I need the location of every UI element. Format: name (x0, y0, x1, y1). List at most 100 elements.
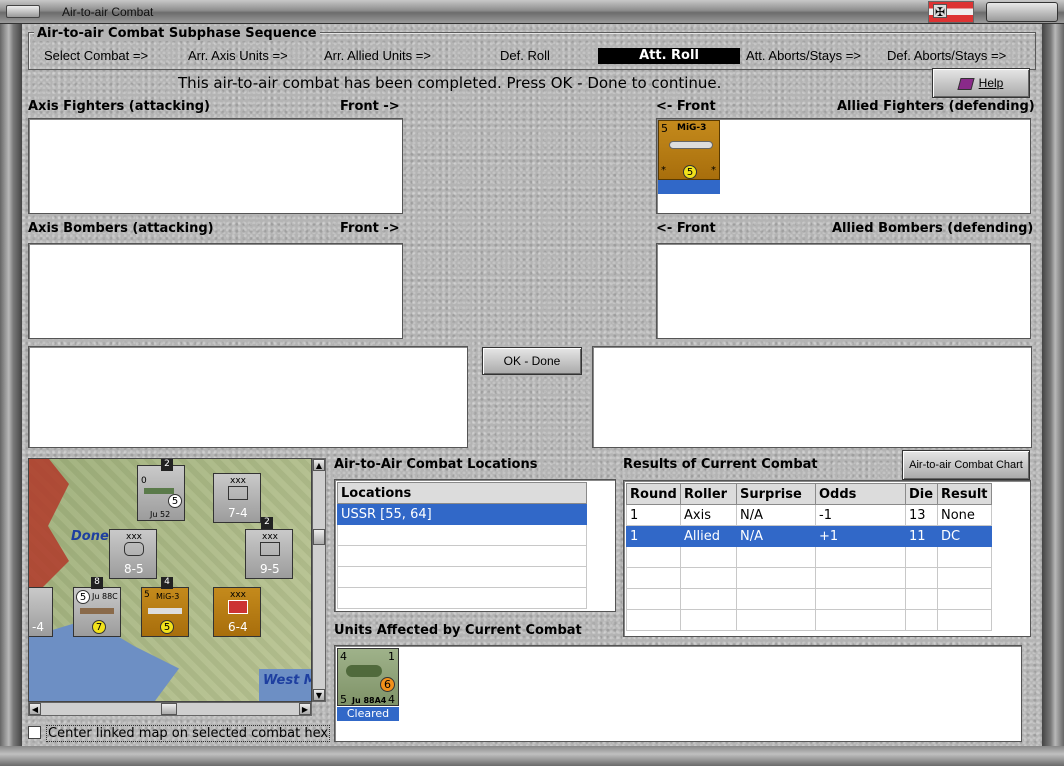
cell (905, 588, 938, 610)
cell (937, 609, 992, 631)
axis-result-panel (28, 346, 468, 448)
infantry-symbol-icon (228, 486, 248, 500)
ju88a4-circle: 6 (380, 677, 395, 692)
linked-map[interactable]: Done West M 0 5 Ju 52 2 xxx 7-4 xxx 8-5 … (28, 458, 312, 702)
allied-result-panel (592, 346, 1032, 448)
map-mig3-top: 5 (144, 590, 150, 600)
location-row[interactable] (337, 587, 587, 609)
window-frame-right (1042, 24, 1064, 766)
location-cell (337, 524, 587, 546)
cell: 1 (626, 525, 681, 547)
results-row[interactable]: 1 Axis N/A -1 13 None (626, 504, 992, 526)
results-col-odds: Odds (815, 483, 906, 505)
scroll-down-arrow-icon[interactable]: ▼ (313, 689, 325, 701)
units-affected-panel: 4 1 6 5 Ju 88A4 4 Cleared (334, 645, 1022, 742)
ju88a4-name: Ju 88A4 (352, 696, 387, 705)
cell (815, 609, 906, 631)
scroll-v-thumb[interactable] (313, 529, 325, 545)
results-row[interactable] (626, 567, 992, 589)
cell: Axis (680, 504, 737, 526)
scroll-left-arrow-icon[interactable]: ◀ (29, 703, 41, 715)
locations-heading: Air-to-Air Combat Locations (334, 457, 538, 472)
mig3-star: * (661, 165, 666, 176)
mig3-defense: 5 (683, 165, 697, 179)
axis-bombers-panel[interactable] (28, 243, 403, 339)
ju52-stack-badge: 2 (161, 459, 173, 471)
locations-column-header: Locations (337, 482, 587, 504)
ju88a4-counter[interactable]: 4 1 6 5 Ju 88A4 4 (337, 648, 399, 706)
location-row[interactable] (337, 566, 587, 588)
locations-panel: Locations USSR [55, 64] (334, 479, 616, 612)
map-counter-edge[interactable]: -4 (29, 587, 53, 637)
cell (736, 567, 816, 589)
cell (736, 609, 816, 631)
aircraft-icon (148, 608, 182, 614)
scroll-right-arrow-icon[interactable]: ▶ (299, 703, 311, 715)
window-menu-grip[interactable] (6, 5, 40, 18)
cell: 13 (905, 504, 938, 526)
map-counter-ju88c[interactable]: 5 Ju 88C 7 (73, 587, 121, 637)
results-row[interactable] (626, 588, 992, 610)
cell (626, 567, 681, 589)
location-cell (337, 587, 587, 609)
map-counter-mig3[interactable]: 5 MiG-3 5 (141, 587, 189, 637)
results-heading: Results of Current Combat (623, 457, 818, 472)
cell (626, 546, 681, 568)
air-combat-chart-button[interactable]: Air-to-air Combat Chart (902, 450, 1030, 480)
ju88a4-bottom-right: 4 (388, 693, 395, 706)
map-counter-9-5[interactable]: xxx 9-5 (245, 529, 293, 579)
map-counter-6-4[interactable]: xxx 6-4 (213, 587, 261, 637)
arm85-size: xxx (126, 532, 142, 542)
cell: -1 (815, 504, 906, 526)
seq-step-att-aborts: Att. Aborts/Stays => (746, 48, 861, 63)
allied-bombers-front: <- Front (656, 221, 716, 236)
results-row[interactable] (626, 546, 992, 568)
map-counter-ju52[interactable]: 0 5 Ju 52 (137, 465, 185, 521)
allied-fighters-panel[interactable]: 5 MiG-3 * * 5 (656, 118, 1031, 214)
results-row[interactable]: 1 Allied N/A +1 11 DC (626, 525, 992, 547)
scroll-h-thumb[interactable] (161, 703, 177, 715)
inf95-size: xxx (262, 532, 278, 542)
cell (680, 567, 737, 589)
ju52-top: 0 (141, 476, 147, 486)
map-vertical-scrollbar[interactable]: ▲ ▼ (312, 458, 326, 702)
sov64-size: xxx (230, 590, 246, 600)
scroll-up-arrow-icon[interactable]: ▲ (313, 459, 325, 471)
dialog-content: Air-to-air Combat Subphase Sequence Sele… (22, 24, 1042, 746)
cell (626, 609, 681, 631)
help-label: Help (978, 76, 1004, 90)
map-horizontal-scrollbar[interactable]: ◀ ▶ (28, 702, 312, 716)
ju88a4-top-left: 4 (340, 650, 347, 663)
results-table: Round Roller Surprise Odds Die Result 1A… (626, 483, 992, 631)
location-row[interactable] (337, 524, 587, 546)
map-counter-8-5[interactable]: xxx 8-5 (109, 529, 157, 579)
help-button[interactable]: Help (932, 68, 1030, 98)
cell (905, 609, 938, 631)
cell: N/A (736, 525, 816, 547)
sov64-value: 6-4 (228, 620, 248, 634)
location-row[interactable]: USSR [55, 64] (337, 503, 587, 525)
locations-table: Locations USSR [55, 64] (337, 482, 587, 609)
mig3-fighter-counter[interactable]: 5 MiG-3 * * 5 (658, 120, 720, 180)
allied-bombers-panel[interactable] (656, 243, 1031, 339)
inf95-stack-badge: 2 (261, 517, 273, 529)
cell (937, 588, 992, 610)
cell (626, 588, 681, 610)
center-map-checkbox-label[interactable]: Center linked map on selected combat hex (46, 725, 331, 742)
seq-step-arr-allied: Arr. Allied Units => (324, 48, 431, 63)
ju88c-circle: 7 (92, 620, 106, 634)
map-counter-7-4[interactable]: xxx 7-4 (213, 473, 261, 523)
window-control-button[interactable] (986, 2, 1058, 22)
armor-symbol-icon (124, 542, 144, 556)
location-row[interactable] (337, 545, 587, 567)
window-frame-left (0, 24, 22, 766)
cell: +1 (815, 525, 906, 547)
ok-done-button[interactable]: OK - Done (482, 347, 582, 375)
axis-bombers-label: Axis Bombers (attacking) (28, 221, 214, 236)
map-label-done: Done (71, 529, 109, 544)
results-row[interactable] (626, 609, 992, 631)
mig3-attack: 5 (661, 122, 668, 135)
axis-fighters-panel[interactable] (28, 118, 403, 214)
center-map-checkbox[interactable] (28, 726, 41, 739)
title-bar: Air-to-air Combat ✠ (0, 0, 1064, 24)
